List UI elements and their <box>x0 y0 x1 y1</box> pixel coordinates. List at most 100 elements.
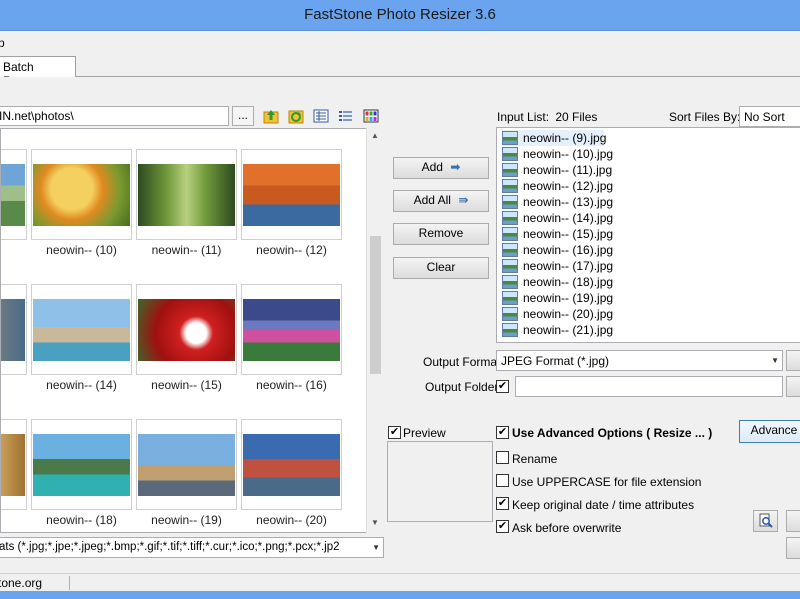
close-button[interactable] <box>786 537 800 559</box>
list-item[interactable]: neowin-- (13).jpg <box>502 194 622 210</box>
rename-label: Rename <box>512 452 558 466</box>
file-name: neowin-- (16).jpg <box>523 243 614 257</box>
thumbnail[interactable] <box>1 284 27 375</box>
menu-bar: p <box>0 31 800 55</box>
clear-button[interactable]: Clear <box>393 257 489 279</box>
thumbnail-label: neowin-- (18) <box>46 513 117 527</box>
thumbnail-scrollbar[interactable]: ▲ ▼ <box>366 128 383 533</box>
advanced-options-button[interactable]: Advance <box>739 420 800 443</box>
list-item[interactable]: neowin-- (9).jpg <box>502 130 607 146</box>
list-item[interactable]: neowin-- (20).jpg <box>502 306 622 322</box>
arrow-right-icon: ➡ <box>450 160 461 174</box>
thumbnail-label: neowin-- (15) <box>151 378 222 392</box>
image-file-icon <box>502 131 518 145</box>
output-folder-checkbox[interactable]: ✔ <box>496 380 509 393</box>
thumbnail[interactable] <box>31 284 132 375</box>
thumbnail[interactable] <box>241 419 342 510</box>
image-file-icon <box>502 275 518 289</box>
view-thumbnails-icon[interactable] <box>363 108 379 124</box>
scrollbar-thumb[interactable] <box>370 236 381 374</box>
folder-path-input[interactable]: IN.net\photos\ <box>0 106 229 126</box>
view-list-icon[interactable] <box>338 108 354 124</box>
file-name: neowin-- (21).jpg <box>523 323 614 337</box>
scroll-down-icon[interactable]: ▼ <box>371 518 379 527</box>
thumbnail-label: neowin-- (12) <box>256 243 327 257</box>
thumbnail-label: ) <box>1 243 27 257</box>
uppercase-extension-checkbox[interactable] <box>496 474 509 487</box>
output-format-settings-button[interactable] <box>786 350 800 371</box>
add-all-button[interactable]: Add All ⇛ <box>393 190 489 212</box>
folder-up-icon[interactable] <box>263 108 279 124</box>
list-item[interactable]: neowin-- (17).jpg <box>502 258 622 274</box>
thumbnail[interactable] <box>1 149 27 240</box>
list-item[interactable]: neowin-- (21).jpg <box>502 322 622 338</box>
rename-checkbox[interactable] <box>496 451 509 464</box>
sort-files-select[interactable]: No Sort <box>739 106 800 127</box>
input-list-label: Input List: 20 Files <box>497 110 597 124</box>
thumbnail[interactable] <box>241 149 342 240</box>
list-item[interactable]: neowin-- (18).jpg <box>502 274 622 290</box>
image-file-icon <box>502 211 518 225</box>
view-details-icon[interactable] <box>313 108 329 124</box>
remove-button[interactable]: Remove <box>393 223 489 245</box>
keep-date-label: Keep original date / time attributes <box>512 498 695 512</box>
thumbnail-label: neowin-- (16) <box>256 378 327 392</box>
list-item[interactable]: neowin-- (14).jpg <box>502 210 622 226</box>
file-name: neowin-- (19).jpg <box>523 291 614 305</box>
thumbnail-label: neowin-- (20) <box>256 513 327 527</box>
refresh-icon[interactable] <box>288 108 304 124</box>
advanced-options-checkbox[interactable]: ✔ <box>496 426 509 439</box>
list-item[interactable]: neowin-- (15).jpg <box>502 226 622 242</box>
output-format-select[interactable]: JPEG Format (*.jpg) ▼ <box>496 350 783 371</box>
image-file-icon <box>502 163 518 177</box>
input-list-caption: Input List: <box>497 110 550 124</box>
input-file-list[interactable]: neowin-- (9).jpg neowin-- (10).jpg neowi… <box>496 127 800 343</box>
thumbnail[interactable] <box>31 149 132 240</box>
file-filter-select[interactable]: ats (*.jpg;*.jpe;*.jpeg;*.bmp;*.gif;*.ti… <box>0 537 384 558</box>
image-file-icon <box>502 227 518 241</box>
list-item[interactable]: neowin-- (10).jpg <box>502 146 622 162</box>
file-name: neowin-- (11).jpg <box>523 163 613 177</box>
ask-overwrite-checkbox[interactable]: ✔ <box>496 520 509 533</box>
thumbnail[interactable] <box>241 284 342 375</box>
window-title: FastStone Photo Resizer 3.6 <box>304 6 496 23</box>
thumbnail[interactable] <box>31 419 132 510</box>
thumbnail-label: neowin-- (14) <box>46 378 117 392</box>
thumbnail[interactable] <box>136 284 237 375</box>
list-item[interactable]: neowin-- (19).jpg <box>502 290 622 306</box>
convert-button[interactable] <box>786 510 800 532</box>
output-folder-browse-button[interactable] <box>786 376 800 397</box>
thumbnail[interactable] <box>1 419 27 510</box>
file-name: neowin-- (9).jpg <box>523 131 607 145</box>
window-bottom-border <box>0 591 800 599</box>
keep-date-checkbox[interactable]: ✔ <box>496 497 509 510</box>
tab-batch-rename[interactable]: Batch Rename <box>0 56 76 88</box>
chevron-down-icon: ▼ <box>372 543 380 552</box>
preview-zoom-button[interactable] <box>753 510 778 532</box>
image-file-icon <box>502 195 518 209</box>
list-item[interactable]: neowin-- (11).jpg <box>502 162 622 178</box>
file-name: neowin-- (20).jpg <box>523 307 614 321</box>
output-folder-input[interactable] <box>515 376 783 397</box>
list-item[interactable]: neowin-- (12).jpg <box>502 178 622 194</box>
thumbnail[interactable] <box>136 419 237 510</box>
website-link[interactable]: tone.org <box>0 576 42 590</box>
preview-label: Preview <box>403 426 446 440</box>
browse-button[interactable]: ... <box>232 106 254 126</box>
file-name: neowin-- (18).jpg <box>523 275 614 289</box>
tab-strip: Batch Rename <box>0 55 800 88</box>
sort-files-label: Sort Files By: <box>669 110 741 124</box>
file-filter-value: ats (*.jpg;*.jpe;*.jpeg;*.bmp;*.gif;*.ti… <box>0 541 340 553</box>
menu-item[interactable]: p <box>0 36 5 50</box>
thumbnail[interactable] <box>136 149 237 240</box>
image-file-icon <box>502 259 518 273</box>
thumbnail-browser[interactable]: ) neowin-- (10) neowin-- (11) neowin-- (… <box>0 128 383 533</box>
add-button[interactable]: Add ➡ <box>393 157 489 179</box>
preview-checkbox[interactable]: ✔ <box>388 426 401 439</box>
list-item[interactable]: neowin-- (16).jpg <box>502 242 622 258</box>
advanced-options-label: Use Advanced Options ( Resize ... ) <box>512 426 713 440</box>
scroll-up-icon[interactable]: ▲ <box>371 131 379 140</box>
preview-pane <box>387 441 493 522</box>
thumbnail-label: 7) <box>1 513 27 527</box>
output-format-value: JPEG Format (*.jpg) <box>501 354 610 368</box>
